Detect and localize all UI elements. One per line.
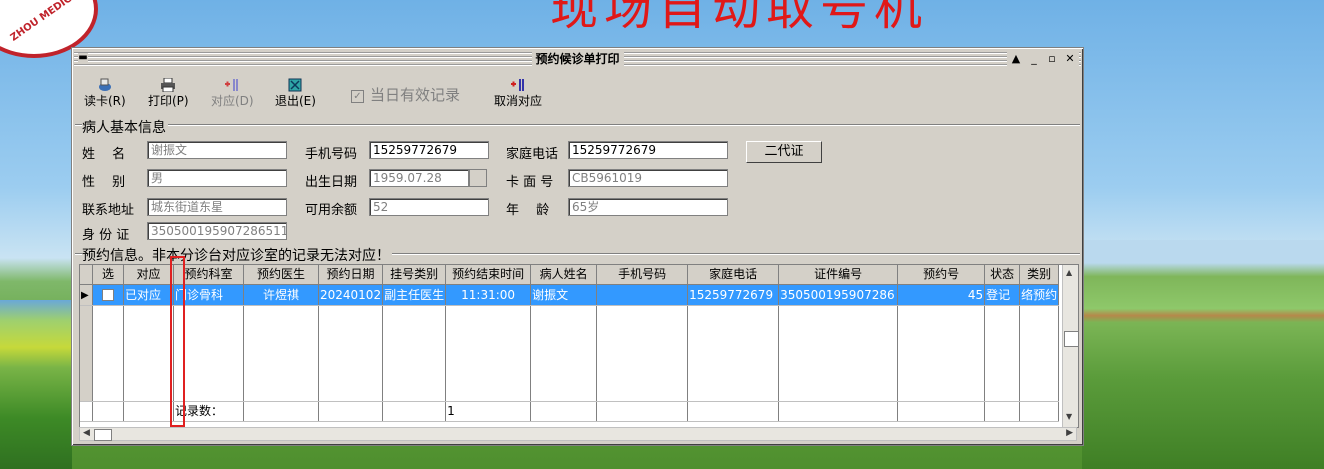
col-header-match[interactable]: 对应 xyxy=(123,265,174,285)
col-header-kind[interactable]: 类别 xyxy=(1019,265,1060,285)
appointment-section-label: 预约信息。非本分诊台对应诊室的记录无法对应！ xyxy=(82,245,392,265)
horizontal-scrollbar[interactable]: ◀ ▶ xyxy=(79,427,1077,441)
exit-icon xyxy=(288,78,302,92)
card-label: 卡 面 号 xyxy=(506,175,554,190)
address-label: 联系地址 xyxy=(82,203,135,218)
cell-reg-type: 副主任医生 xyxy=(382,284,447,306)
match-icon xyxy=(225,79,239,91)
name-label: 姓 名 xyxy=(82,147,126,162)
balance-field[interactable]: 52 xyxy=(369,198,489,216)
window-title: 预约候诊单打印 xyxy=(531,51,624,67)
horizontal-scroll-thumb[interactable] xyxy=(94,429,112,441)
col-header-select[interactable]: 选 xyxy=(92,265,124,285)
scroll-left-arrow-icon[interactable]: ◀ xyxy=(83,428,90,438)
col-header-state[interactable]: 状态 xyxy=(984,265,1021,285)
appointment-grid: 选 对应 预约科室 预约医生 预约日期 挂号类别 预约结束时间 病人姓名 手机号… xyxy=(79,264,1079,428)
cell-state: 登记 xyxy=(984,284,1021,306)
name-field[interactable]: 谢振文 xyxy=(147,141,287,159)
cell-home-phone: 15259772679 xyxy=(687,284,780,306)
scroll-up-icon[interactable]: ▲ xyxy=(1009,51,1023,66)
select-checkbox-cell[interactable] xyxy=(92,284,124,306)
cell-appt-no: 45 xyxy=(897,284,986,306)
birth-label: 出生日期 xyxy=(305,175,358,190)
col-header-cert-no[interactable]: 证件编号 xyxy=(778,265,899,285)
address-field[interactable]: 城东街道东星 xyxy=(147,198,287,216)
checkbox-checked-icon: ✓ xyxy=(351,90,364,103)
scroll-right-arrow-icon[interactable]: ▶ xyxy=(1066,428,1073,438)
col-header-home-phone[interactable]: 家庭电话 xyxy=(687,265,780,285)
scroll-up-arrow-icon[interactable]: ▲ xyxy=(1066,268,1072,277)
date-picker-button[interactable] xyxy=(469,169,487,187)
highlight-box xyxy=(170,256,185,427)
row-pointer-icon: ▶ xyxy=(81,290,89,301)
select-checkbox[interactable] xyxy=(102,289,114,301)
read-card-button[interactable]: 读卡(R) xyxy=(84,78,126,108)
restore-button[interactable]: ▫ xyxy=(1045,51,1059,66)
minimize-button[interactable]: _ xyxy=(1027,51,1041,66)
divider xyxy=(75,124,1080,126)
id-number-field[interactable]: 350500195907286511 xyxy=(147,222,287,240)
col-header-reg-type[interactable]: 挂号类别 xyxy=(382,265,447,285)
vertical-scrollbar[interactable]: ▲ ▼ xyxy=(1062,265,1078,427)
sex-label: 性 别 xyxy=(82,175,126,190)
col-header-end-time[interactable]: 预约结束时间 xyxy=(445,265,532,285)
wallpaper-right xyxy=(1082,240,1324,469)
close-button[interactable]: ✕ xyxy=(1063,51,1077,66)
id-card-button[interactable]: 二代证 xyxy=(746,141,822,163)
phone-label: 手机号码 xyxy=(305,147,358,162)
cell-date: 20240102 xyxy=(318,284,384,306)
birth-date-field[interactable]: 1959.07.28 xyxy=(369,169,469,187)
col-header-mobile[interactable]: 手机号码 xyxy=(596,265,689,285)
print-button[interactable]: 打印(P) xyxy=(148,78,189,108)
wallpaper-left xyxy=(0,300,72,469)
background-title: 现场自动取号机 xyxy=(550,0,929,36)
exit-button[interactable]: 退出(E) xyxy=(275,78,316,108)
current-row-indicator: ▶ xyxy=(80,284,93,306)
age-label: 年 龄 xyxy=(506,203,550,218)
age-field[interactable]: 65岁 xyxy=(568,198,728,216)
table-row[interactable]: ▶ 已对应 门诊骨科 许煜祺 20240102 副主任医生 11:31:00 谢… xyxy=(80,284,1060,306)
balance-label: 可用余额 xyxy=(305,203,358,218)
grid-footer-row: 记录数： 1 xyxy=(80,401,1060,422)
cell-cert-no: 350500195907286 xyxy=(778,284,899,306)
record-count-value: 1 xyxy=(445,401,532,422)
printer-icon xyxy=(161,78,176,92)
col-header-appt-no[interactable]: 预约号 xyxy=(897,265,986,285)
cell-kind: 络预约 xyxy=(1019,284,1060,306)
home-phone-field[interactable]: 15259772679 xyxy=(568,141,728,159)
cell-mobile xyxy=(596,284,689,306)
row-indicator-header xyxy=(80,265,93,285)
cell-match-status: 已对应 xyxy=(123,284,174,306)
match-button[interactable]: 对应(D) xyxy=(211,78,254,108)
toolbar: 读卡(R) 打印(P) 对应(D) 退出(E) ✓ 当日有效记录 取消对应 xyxy=(76,72,1079,112)
phone-field[interactable]: 15259772679 xyxy=(369,141,489,159)
cell-patient: 谢振文 xyxy=(530,284,598,306)
cancel-match-button[interactable]: 取消对应 xyxy=(494,78,542,108)
empty-grid-area xyxy=(80,305,1060,402)
cell-doctor: 许煜祺 xyxy=(243,284,319,306)
card-reader-icon xyxy=(98,78,111,91)
card-field[interactable]: CB5961019 xyxy=(568,169,728,187)
system-menu-icon[interactable]: ▬ xyxy=(78,53,88,63)
id-number-label: 身 份 证 xyxy=(82,228,130,243)
scroll-down-arrow-icon[interactable]: ▼ xyxy=(1066,412,1072,421)
cell-end-time: 11:31:00 xyxy=(445,284,532,306)
vertical-scroll-thumb[interactable] xyxy=(1064,331,1078,347)
grid-header-row: 选 对应 预约科室 预约医生 预约日期 挂号类别 预约结束时间 病人姓名 手机号… xyxy=(80,265,1060,285)
col-header-date[interactable]: 预约日期 xyxy=(318,265,384,285)
appointment-print-window: ▬ 预约候诊单打印 ▲ _ ▫ ✕ 读卡(R) 打印(P) 对应(D) 退出(E… xyxy=(71,47,1084,446)
home-phone-label: 家庭电话 xyxy=(506,147,559,162)
cancel-match-icon xyxy=(511,79,524,91)
col-header-doctor[interactable]: 预约医生 xyxy=(243,265,319,285)
sex-field[interactable]: 男 xyxy=(147,169,287,187)
title-bar: ▬ 预约候诊单打印 ▲ _ ▫ ✕ xyxy=(74,50,1081,68)
col-header-patient[interactable]: 病人姓名 xyxy=(530,265,598,285)
today-valid-checkbox[interactable]: ✓ 当日有效记录 xyxy=(351,84,460,105)
patient-info-section-label: 病人基本信息 xyxy=(82,117,168,137)
